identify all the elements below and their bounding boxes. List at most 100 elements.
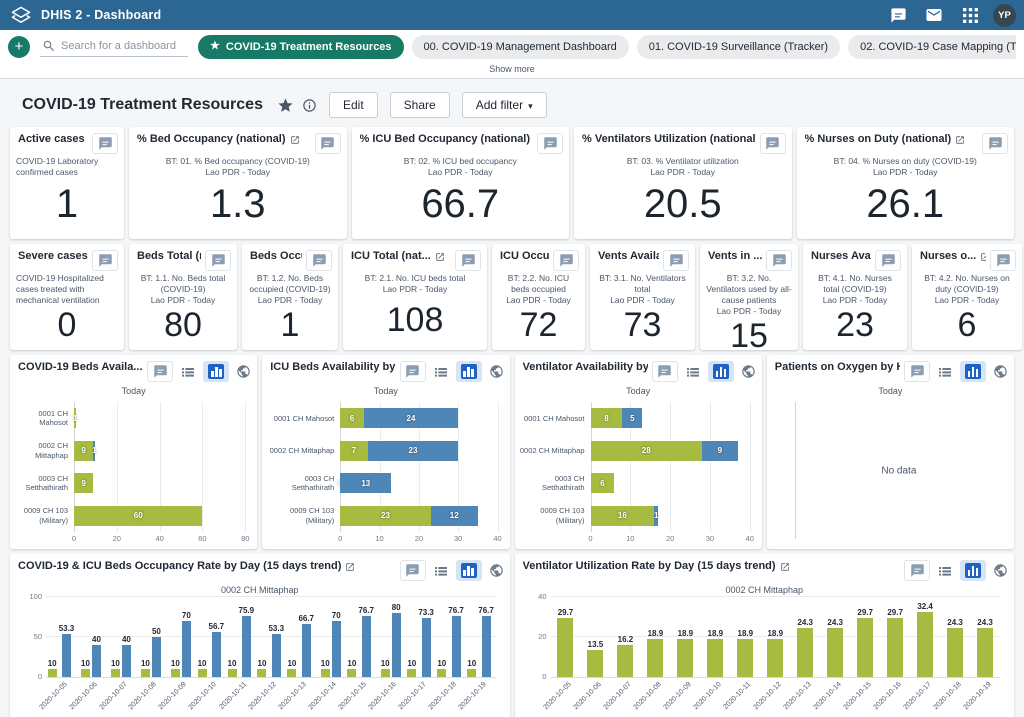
map-view-icon[interactable]	[489, 364, 504, 379]
open-in-app-icon[interactable]	[345, 562, 355, 572]
map-view-icon[interactable]	[489, 563, 504, 578]
star-icon[interactable]	[277, 97, 294, 114]
bar-green	[977, 628, 993, 677]
single-value-card: ICU Occu...BT: 2.2. No. ICU beds occupie…	[492, 244, 585, 350]
chart-view-icon[interactable]	[708, 361, 734, 382]
bar-green	[171, 669, 180, 677]
map-view-icon[interactable]	[236, 364, 251, 379]
comment-icon[interactable]	[537, 133, 563, 154]
bar-group: 1040	[106, 597, 136, 677]
user-avatar[interactable]: YP	[993, 4, 1016, 27]
messages-icon[interactable]	[921, 2, 947, 28]
bar-green	[797, 628, 813, 677]
card-value: 0	[10, 306, 124, 350]
axis-tick-label: 10	[375, 534, 383, 543]
chart-title-text: COVID-19 & ICU Beds Occupancy Rate by Da…	[18, 560, 341, 574]
bar-unit: 10	[81, 597, 90, 677]
comment-icon[interactable]	[205, 250, 231, 271]
bar-green	[321, 669, 330, 677]
hbar-row: 723	[340, 435, 497, 468]
map-view-icon[interactable]	[741, 364, 756, 379]
open-in-app-icon[interactable]	[955, 135, 965, 145]
card-header: Severe cases	[10, 244, 124, 272]
bar-green	[737, 639, 753, 677]
plot-area: 0501001053.310401040105010701056.71075.9…	[46, 597, 496, 678]
bar-segment-green: 60	[74, 506, 202, 526]
apps-menu-icon[interactable]	[957, 2, 983, 28]
comment-icon[interactable]	[553, 250, 579, 271]
bar-blue	[272, 634, 281, 677]
axis-tick-label: 30	[454, 534, 462, 543]
comment-icon[interactable]	[875, 250, 901, 271]
chart-view-icon[interactable]	[456, 560, 482, 581]
comment-icon[interactable]	[315, 133, 341, 154]
new-dashboard-button[interactable]: +	[8, 36, 30, 58]
comment-icon[interactable]	[990, 250, 1016, 271]
edit-button[interactable]: Edit	[329, 92, 378, 118]
chart-subtitle: Today	[10, 383, 257, 396]
chart-card-header: Patients on Oxygen by Ho...	[767, 355, 1014, 383]
bar-green	[198, 669, 207, 677]
comment-icon[interactable]	[904, 361, 930, 382]
comment-icon[interactable]	[663, 250, 689, 271]
bar-green	[827, 628, 843, 677]
comment-icon[interactable]	[455, 250, 481, 271]
table-view-icon[interactable]	[937, 364, 953, 380]
map-view-icon[interactable]	[993, 364, 1008, 379]
chart-view-icon[interactable]	[203, 361, 229, 382]
card-title: Vents in ...	[708, 250, 762, 264]
table-view-icon[interactable]	[180, 364, 196, 380]
comment-icon[interactable]	[400, 560, 426, 581]
bar-unit: 10	[321, 597, 330, 677]
search-input[interactable]	[61, 40, 181, 52]
chart-view-icon[interactable]	[960, 560, 986, 581]
single-value-card: Severe casesCOVID-19 Hospitalized cases …	[10, 244, 124, 350]
open-in-app-icon[interactable]	[980, 252, 986, 262]
table-view-icon[interactable]	[433, 563, 449, 579]
table-view-icon[interactable]	[937, 563, 953, 579]
bar-green	[287, 669, 296, 677]
data-label: 50	[152, 627, 161, 636]
data-label: 53.3	[268, 624, 284, 633]
bar-segment-blue: 23	[368, 441, 458, 461]
comment-icon[interactable]	[147, 361, 173, 382]
info-icon[interactable]	[302, 98, 317, 113]
comment-icon[interactable]	[982, 133, 1008, 154]
comment-icon[interactable]	[92, 133, 118, 154]
dashboard-chip-1[interactable]: 00. COVID-19 Management Dashboard	[412, 35, 629, 59]
chart-view-icon[interactable]	[456, 361, 482, 382]
comment-icon[interactable]	[306, 250, 332, 271]
category-label: 0002 CH Mittaphap	[12, 435, 74, 468]
comment-icon[interactable]	[766, 250, 792, 271]
interpretations-icon[interactable]	[885, 2, 911, 28]
comment-icon[interactable]	[92, 250, 118, 271]
chart-view-icon[interactable]	[960, 361, 986, 382]
dashboard-chip-0[interactable]: ★COVID-19 Treatment Resources	[198, 35, 404, 59]
comment-icon[interactable]	[904, 560, 930, 581]
axis-ticks: 010203040	[340, 532, 497, 545]
card-header: Beds Total (n...	[129, 244, 237, 272]
open-in-app-icon[interactable]	[290, 135, 300, 145]
category-axis-labels: 0001 CH Mahosot0002 CH Mittaphap0003 CH …	[12, 402, 74, 532]
bar-green	[887, 618, 903, 677]
card-value: 26.1	[797, 178, 1015, 239]
single-value-card: Beds Total (n...BT: 1.1. No. Beds total …	[129, 244, 237, 350]
table-view-icon[interactable]	[685, 364, 701, 380]
hbar-body: 0001 CH Mahosot0002 CH Mittaphap0003 CH …	[517, 402, 750, 532]
bar-green	[111, 669, 120, 677]
open-in-app-icon[interactable]	[780, 562, 790, 572]
add-filter-button[interactable]: Add filter▾	[462, 92, 547, 118]
category-label: 0003 CH Setthathirath	[12, 467, 74, 500]
comment-icon[interactable]	[400, 361, 426, 382]
comment-icon[interactable]	[760, 133, 786, 154]
dashboard-chip-2[interactable]: 01. COVID-19 Surveillance (Tracker)	[637, 35, 840, 59]
open-in-app-icon[interactable]	[435, 252, 445, 262]
share-button[interactable]: Share	[390, 92, 450, 118]
dashboard-chip-3[interactable]: 02. COVID-19 Case Mapping (Tracker)	[848, 35, 1016, 59]
bar-group: 29.7	[880, 597, 910, 677]
show-more-link[interactable]: Show more	[0, 63, 1024, 78]
comment-icon[interactable]	[652, 361, 678, 382]
category-axis-labels: 0001 CH Mahosot0002 CH Mittaphap0003 CH …	[264, 402, 340, 532]
table-view-icon[interactable]	[433, 364, 449, 380]
map-view-icon[interactable]	[993, 563, 1008, 578]
